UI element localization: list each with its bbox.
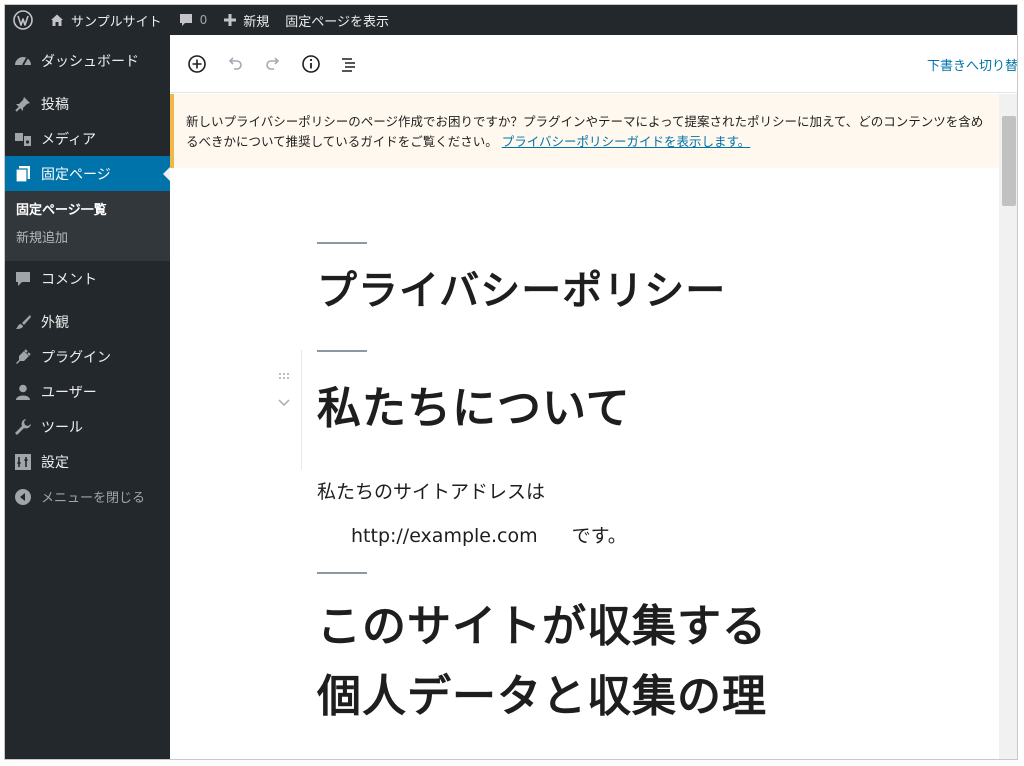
sidebar-item-label: 投稿 [41, 96, 69, 113]
paragraph-site-address[interactable]: 私たちのサイトアドレスは http://example.com です。 [317, 470, 877, 558]
sidebar-item-media[interactable]: メディア [5, 121, 170, 156]
heading-line-1: このサイトが収集する [317, 601, 767, 652]
home-icon [51, 14, 63, 26]
wp-logo-button[interactable] [5, 5, 41, 35]
site-url: http://example.com [351, 525, 538, 547]
switch-to-draft-button[interactable]: 下書きへ切り替え [927, 55, 1017, 74]
wrench-icon [13, 417, 33, 437]
user-icon [13, 382, 33, 402]
redo-icon [266, 56, 280, 70]
admin-sidebar: ダッシュボード 投稿 メディア 固定ページ 固定ページ一覧 新規追加 コメント … [5, 35, 171, 759]
site-name: サンプルサイト [71, 14, 162, 30]
sidebar-item-tools[interactable]: ツール [5, 409, 170, 444]
pages-icon [13, 164, 33, 184]
new-label: 新規 [243, 14, 270, 30]
sidebar-item-posts[interactable]: 投稿 [5, 86, 170, 121]
sidebar-item-label: ツール [41, 419, 83, 436]
submenu-all-pages[interactable]: 固定ページ一覧 [5, 197, 170, 225]
view-page-label: 固定ページを表示 [285, 14, 390, 30]
collapse-menu-button[interactable]: メニューを閉じる [5, 479, 170, 514]
privacy-notice: 新しいプライバシーポリシーのページ作成でお困りですか？プラグインやテーマによって… [170, 94, 999, 168]
dashboard-icon [13, 51, 33, 71]
plus-circle-icon [188, 54, 206, 73]
sidebar-item-appearance[interactable]: 外観 [5, 304, 170, 339]
sidebar-item-label: メディア [41, 131, 97, 148]
privacy-guide-link[interactable]: プライバシーポリシーガイドを表示します。 [502, 134, 751, 149]
paragraph-suffix: です。 [571, 525, 627, 547]
separator [317, 242, 367, 244]
sidebar-item-label: プラグイン [41, 349, 111, 366]
block-mover [277, 366, 297, 413]
sidebar-item-settings[interactable]: 設定 [5, 444, 170, 479]
drag-handle-icon[interactable] [277, 371, 291, 381]
plus-icon [224, 14, 237, 26]
chevron-down-icon[interactable] [277, 397, 291, 409]
collapse-arrow-icon [13, 487, 33, 507]
redo-button[interactable] [254, 45, 292, 83]
heading-about[interactable]: 私たちについて [317, 372, 877, 436]
content-scrollbar[interactable] [999, 94, 1017, 759]
content-info-button[interactable] [292, 45, 330, 83]
list-view-icon [342, 57, 355, 72]
post-title[interactable]: プライバシーポリシー [317, 258, 877, 316]
post-body: プライバシーポリシー 私たちについて 私たちのサイトアドレスは http://e… [278, 242, 877, 732]
view-page-link[interactable]: 固定ページを表示 [277, 5, 397, 35]
sidebar-item-comments[interactable]: コメント [5, 261, 170, 296]
add-block-button[interactable] [178, 45, 216, 83]
sidebar-item-pages[interactable]: 固定ページ [5, 156, 171, 191]
submenu-add-new[interactable]: 新規追加 [5, 225, 170, 253]
brush-icon [13, 312, 33, 332]
sidebar-item-label: 設定 [41, 454, 69, 471]
new-content-link[interactable]: 新規 [215, 5, 277, 35]
pin-icon [13, 94, 33, 114]
info-icon [302, 54, 320, 73]
comments-count: 0 [199, 13, 208, 27]
site-name-link[interactable]: サンプルサイト [41, 5, 170, 35]
undo-icon [228, 56, 242, 70]
sidebar-item-label: ユーザー [41, 384, 97, 401]
comments-link[interactable]: 0 [170, 5, 216, 35]
sidebar-item-label: ダッシュボード [41, 53, 139, 70]
paragraph-prefix: 私たちのサイトアドレスは [317, 481, 546, 503]
separator [317, 350, 367, 352]
separator [317, 572, 367, 574]
sidebar-item-label: 固定ページ [41, 166, 111, 183]
wordpress-icon [13, 10, 33, 30]
comment-icon [13, 269, 33, 289]
sidebar-item-plugins[interactable]: プラグイン [5, 339, 170, 374]
undo-button[interactable] [216, 45, 254, 83]
block-outline [301, 350, 302, 470]
sidebar-item-label: 外観 [41, 314, 69, 331]
pages-submenu: 固定ページ一覧 新規追加 [5, 191, 170, 261]
sidebar-item-users[interactable]: ユーザー [5, 374, 170, 409]
heading-collected-data[interactable]: このサイトが収集する 個人データと収集の理 [317, 592, 877, 732]
editor-content: 新しいプライバシーポリシーのページ作成でお困りですか？プラグインやテーマによって… [170, 94, 999, 759]
settings-icon [13, 452, 33, 472]
heading-line-2: 個人データと収集の理 [317, 671, 767, 722]
plugin-icon [13, 347, 33, 367]
screenshot-frame: サンプルサイト 0 新規 固定ページを表示 ダッシュボード 投稿 メディア 固定… [4, 4, 1018, 760]
media-icon [13, 129, 33, 149]
sidebar-item-label: コメント [41, 271, 97, 288]
comment-bubble-icon [179, 14, 192, 26]
admin-bar: サンプルサイト 0 新規 固定ページを表示 [5, 5, 1017, 35]
editor-toolbar: 下書きへ切り替え [170, 35, 1017, 93]
scrollbar-thumb[interactable] [1002, 116, 1016, 206]
sidebar-item-dashboard[interactable]: ダッシュボード [5, 43, 170, 78]
block-navigation-button[interactable] [330, 45, 368, 83]
collapse-menu-label: メニューを閉じる [41, 491, 146, 506]
